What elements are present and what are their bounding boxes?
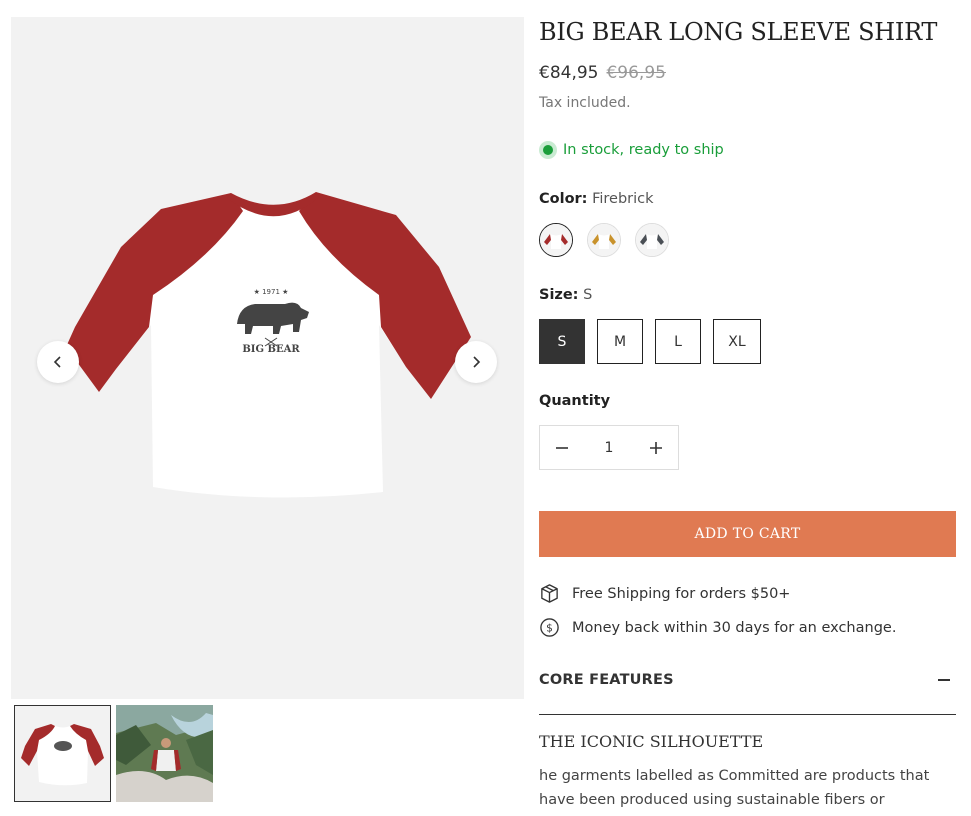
svg-text:BIG BEAR: BIG BEAR — [242, 344, 300, 355]
charcoal-swatch-image — [636, 224, 668, 256]
minus-icon — [556, 446, 568, 449]
feature-shipping-text: Free Shipping for orders $50+ — [572, 585, 791, 602]
previous-image-button[interactable] — [37, 341, 79, 383]
quantity-input[interactable] — [584, 426, 634, 469]
color-label-text: Color: — [539, 191, 588, 207]
shirt-image: ★ 1971 ★ BIG BEAR — [66, 192, 471, 498]
shirt-thumbnail-image — [15, 706, 110, 801]
size-value: S — [583, 287, 593, 303]
stock-text: In stock, ready to ship — [563, 142, 724, 158]
core-features-title: CORE FEATURES — [539, 672, 674, 688]
size-option-l[interactable]: L — [655, 319, 701, 364]
firebrick-swatch-image — [540, 224, 572, 256]
sale-price: €84,95 — [539, 63, 599, 83]
section-paragraph: he garments labelled as Committed are pr… — [539, 768, 930, 808]
dollar-circle-icon: $ — [540, 618, 559, 637]
chevron-right-icon — [473, 356, 481, 368]
size-label: Size: S — [539, 287, 592, 303]
lifestyle-thumbnail-image — [116, 705, 213, 802]
feature-shipping: Free Shipping for orders $50+ — [539, 583, 790, 604]
color-label: Color: Firebrick — [539, 191, 654, 207]
mustard-swatch-image — [588, 224, 620, 256]
size-option-m[interactable]: M — [597, 319, 643, 364]
quantity-label: Quantity — [539, 393, 611, 409]
compare-price: €96,95 — [606, 63, 666, 83]
collapse-minus-icon[interactable] — [938, 679, 950, 681]
quantity-increase-button[interactable] — [634, 426, 678, 469]
package-icon — [541, 584, 558, 603]
color-swatch-mustard[interactable] — [587, 223, 621, 257]
thumbnail-lifestyle[interactable] — [116, 705, 213, 802]
chevron-left-icon — [53, 356, 61, 368]
section-subtitle: THE ICONIC SILHOUETTE — [539, 732, 764, 751]
next-image-button[interactable] — [455, 341, 497, 383]
size-label-text: Size: — [539, 287, 579, 303]
feature-money-back-text: Money back within 30 days for an exchang… — [572, 619, 897, 636]
color-swatch-firebrick[interactable] — [539, 223, 573, 257]
add-to-cart-button[interactable]: ADD TO CART — [539, 511, 956, 557]
quantity-decrease-button[interactable] — [540, 426, 584, 469]
product-image-gallery: ★ 1971 ★ BIG BEAR — [11, 17, 524, 699]
quantity-stepper — [539, 425, 679, 470]
svg-text:★ 1971 ★: ★ 1971 ★ — [254, 288, 289, 296]
price: €84,95 €96,95 — [539, 63, 666, 83]
color-swatch-charcoal[interactable] — [635, 223, 669, 257]
stock-status: In stock, ready to ship — [539, 142, 724, 158]
thumbnail-shirt[interactable] — [14, 705, 111, 802]
product-title: BIG BEAR LONG SLEEVE SHIRT — [539, 18, 938, 46]
core-features-accordion[interactable]: CORE FEATURES — [539, 670, 956, 715]
tax-note: Tax included. — [539, 95, 631, 111]
svg-text:$: $ — [546, 622, 553, 634]
feature-money-back: $ Money back within 30 days for an excha… — [539, 617, 896, 638]
size-option-xl[interactable]: XL — [713, 319, 761, 364]
color-value: Firebrick — [592, 191, 654, 207]
stock-dot-icon — [543, 145, 553, 155]
size-option-s[interactable]: S — [539, 319, 585, 364]
plus-icon — [650, 441, 662, 454]
